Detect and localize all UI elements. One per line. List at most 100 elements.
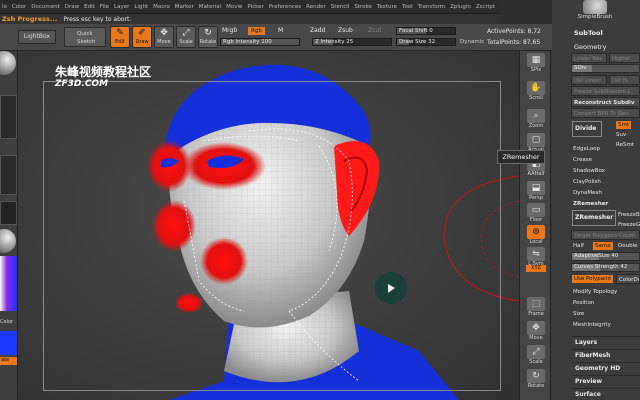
menu-item-material[interactable]: Material: [199, 4, 221, 10]
move-view-button[interactable]: ✥ Move: [523, 321, 549, 345]
same-button[interactable]: Same: [593, 242, 613, 250]
scale-view-button[interactable]: ⤢ Scale: [523, 345, 549, 369]
scale-button[interactable]: ⤢ Scale: [176, 26, 196, 48]
preview-section[interactable]: Preview: [572, 375, 640, 387]
geometry-hd-section[interactable]: Geometry HD: [572, 362, 640, 374]
local-button[interactable]: ⊛ Local: [523, 225, 549, 249]
spix-button[interactable]: ▦ SPix: [523, 53, 549, 77]
del-higher-button[interactable]: Del H: [609, 75, 640, 85]
menu-item-zscript[interactable]: Zscript: [476, 4, 495, 10]
menu-item-macro[interactable]: Macro: [153, 4, 170, 10]
quick-sketch-button[interactable]: Quick Sketch: [64, 27, 106, 47]
edit-button[interactable]: ✎ Edit: [110, 26, 130, 48]
size-section[interactable]: Size: [571, 309, 640, 319]
menu-item-transform[interactable]: Transform: [418, 4, 445, 10]
menu-item-light[interactable]: Light: [134, 4, 148, 10]
half-button[interactable]: Half: [571, 241, 591, 251]
focal-shift-slider[interactable]: Focal Shift 0: [396, 27, 456, 35]
sdiv-slider[interactable]: SDiv: [571, 64, 640, 73]
simplebrush-thumb[interactable]: SimpleBrush: [572, 0, 618, 24]
floor-button[interactable]: ▭ Floor: [523, 203, 549, 227]
freeze-border-toggle[interactable]: FreezeB: [616, 210, 640, 220]
dynamic-toggle[interactable]: Dynamic: [460, 39, 484, 45]
rgb-intensity-slider[interactable]: Rgb Intensity 100: [220, 38, 300, 46]
zadd-button[interactable]: Zadd: [310, 27, 325, 34]
layers-section[interactable]: Layers: [572, 336, 640, 348]
curves-strength-slider[interactable]: Curves Strength 42: [571, 263, 640, 272]
xyz-button[interactable]: XYZ: [526, 265, 546, 272]
mrgb-button[interactable]: Mrgb: [222, 27, 237, 34]
menu-item-stencil[interactable]: Stencil: [331, 4, 350, 10]
higher-res-button[interactable]: Higher: [609, 53, 640, 63]
color-density-slider[interactable]: ColorDens: [616, 274, 640, 284]
secondary-button[interactable]: ate: [0, 357, 17, 365]
double-button[interactable]: Double: [616, 241, 640, 251]
scroll-button[interactable]: ✋ Scroll: [523, 81, 549, 105]
meshintegrity-section[interactable]: MeshIntegrity: [571, 320, 640, 330]
move-button[interactable]: ✥ Move: [154, 26, 174, 48]
modify-topology-section[interactable]: Modify Topology: [571, 287, 640, 297]
zremesher-button[interactable]: ZRemesher: [572, 210, 616, 226]
crease-section[interactable]: Crease: [571, 155, 640, 165]
zcut-button[interactable]: Zcut: [368, 27, 382, 34]
use-polypaint-toggle[interactable]: Use Polypaint: [572, 275, 614, 283]
color-picker[interactable]: [0, 256, 17, 311]
brush-thumbnail[interactable]: [0, 51, 16, 75]
m-button[interactable]: M: [278, 27, 283, 34]
stroke-thumbnail[interactable]: [0, 95, 17, 139]
menu-item-stroke[interactable]: Stroke: [354, 4, 372, 10]
freeze-groups-toggle[interactable]: FreezeG: [616, 220, 640, 230]
menu-item-layer[interactable]: Layer: [114, 4, 129, 10]
adaptive-size-slider[interactable]: AdaptiveSize 40: [571, 252, 640, 261]
dynamesh-section[interactable]: DynaMesh: [571, 188, 640, 198]
surface-section[interactable]: Surface: [572, 388, 640, 400]
divide-button[interactable]: Divide: [572, 121, 602, 137]
rotate-button[interactable]: ↻ Rotate: [198, 26, 218, 48]
edgeloop-section[interactable]: EdgeLoop: [571, 144, 640, 154]
menu-item-color[interactable]: Color: [12, 4, 26, 10]
subtool-header[interactable]: SubTool: [552, 28, 640, 39]
menu-item-marker[interactable]: Marker: [175, 4, 194, 10]
menu-item-tool[interactable]: Tool: [402, 4, 413, 10]
reconstruct-subdiv-button[interactable]: Reconstruct Subdiv: [571, 97, 640, 107]
lower-res-button[interactable]: Lower Res: [571, 53, 607, 63]
menu-item-movie[interactable]: Movie: [226, 4, 242, 10]
freeze-subdiv-button[interactable]: Freeze SubDivision L: [571, 86, 640, 96]
menu-item-file[interactable]: File: [100, 4, 109, 10]
menu-item-zplugin[interactable]: Zplugin: [450, 4, 471, 10]
zsub-button[interactable]: Zsub: [338, 27, 353, 34]
menu-item-texture[interactable]: Texture: [377, 4, 397, 10]
fibermesh-section[interactable]: FiberMesh: [572, 349, 640, 361]
convert-bpr-button[interactable]: Convert BPR To Geo: [571, 108, 640, 118]
persp-button[interactable]: ⬓ Persp: [523, 181, 549, 205]
frame-button[interactable]: ⬚ Frame: [523, 297, 549, 321]
menu-item-picker[interactable]: Picker: [247, 4, 263, 10]
menu-item-document[interactable]: Document: [31, 4, 60, 10]
main-color-swatch[interactable]: [0, 331, 17, 355]
zoom-button[interactable]: ⌕ Zoom: [523, 109, 549, 133]
smt-toggle[interactable]: Smt: [616, 121, 632, 129]
suv-toggle[interactable]: Suv: [614, 130, 640, 140]
shadowbox-section[interactable]: ShadowBox: [571, 166, 640, 176]
lightbox-button[interactable]: LightBox: [18, 30, 56, 44]
menu-item-render[interactable]: Render: [306, 4, 326, 10]
claypolish-section[interactable]: ClayPolish: [571, 177, 640, 187]
draw-button[interactable]: ✐ Draw: [132, 26, 152, 48]
del-lower-button[interactable]: Del Lower: [571, 75, 607, 85]
target-polygons-slider[interactable]: Target Polygons Count: [571, 230, 640, 240]
menu-item-draw[interactable]: Draw: [65, 4, 79, 10]
geometry-header[interactable]: Geometry: [552, 42, 640, 53]
canvas-viewport[interactable]: 朱峰视频教程社区 ZF3D.COM: [19, 51, 519, 400]
position-section[interactable]: Position: [571, 298, 640, 308]
material-thumbnail[interactable]: [0, 229, 16, 253]
rgb-button[interactable]: Rgb: [248, 27, 265, 35]
menu-item-preferences[interactable]: Preferences: [269, 4, 301, 10]
zremesher-section[interactable]: ZRemesher: [571, 199, 640, 209]
z-intensity-slider[interactable]: Z Intensity 25: [312, 38, 392, 46]
menu-item-lo[interactable]: lo: [2, 4, 7, 10]
alpha-thumbnail[interactable]: [0, 155, 17, 195]
rotate-view-button[interactable]: ↻ Rotate: [523, 369, 549, 393]
menu-item-edit[interactable]: Edit: [84, 4, 95, 10]
texture-thumbnail[interactable]: [0, 201, 17, 225]
draw-size-slider[interactable]: Draw Size 32: [396, 38, 456, 46]
